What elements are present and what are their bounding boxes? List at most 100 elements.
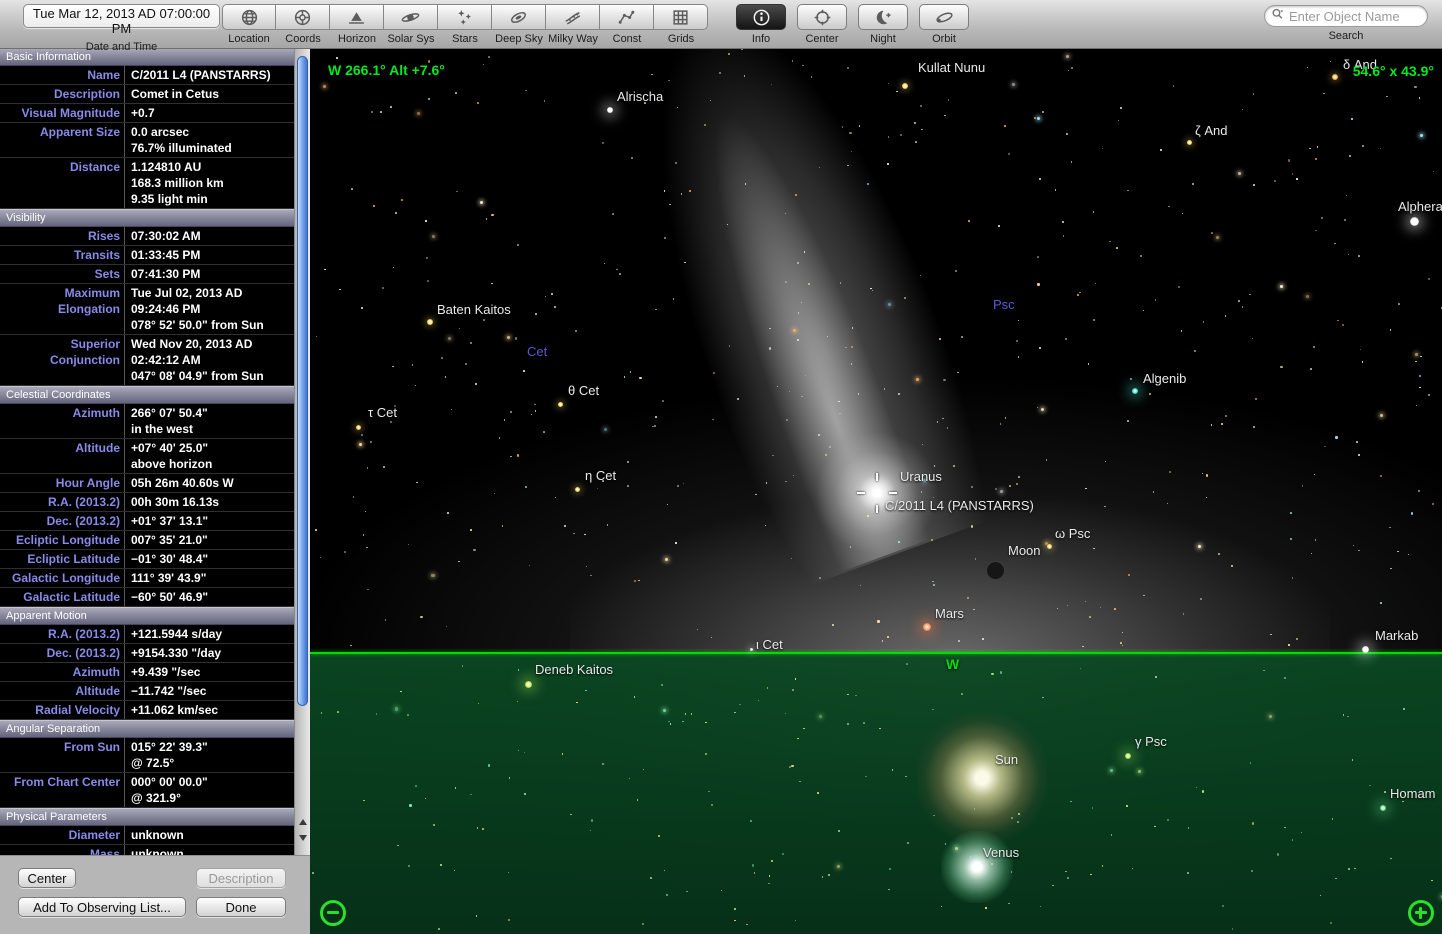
background-star bbox=[1093, 548, 1095, 550]
baten-kaitos[interactable] bbox=[427, 319, 433, 325]
delta-and[interactable] bbox=[1332, 74, 1338, 80]
omega-psc[interactable] bbox=[1047, 544, 1052, 549]
toolbar-button-const[interactable] bbox=[600, 4, 654, 30]
alrischa[interactable] bbox=[607, 107, 613, 113]
field-of-view-readout: 54.6° x 43.9° bbox=[1353, 63, 1434, 79]
background-star bbox=[906, 663, 908, 665]
kullat-nunu[interactable] bbox=[902, 83, 908, 89]
info-row-altitude: Altitude−11.742 "/sec bbox=[0, 682, 294, 701]
center-button[interactable]: Center bbox=[18, 868, 76, 888]
background-star bbox=[982, 638, 984, 640]
info-row-name: NameC/2011 L4 (PANSTARRS) bbox=[0, 66, 294, 85]
toolbar-button-night[interactable] bbox=[858, 4, 908, 30]
venus[interactable] bbox=[941, 831, 1013, 903]
moon[interactable] bbox=[986, 561, 1005, 580]
background-star bbox=[1085, 601, 1087, 603]
background-star bbox=[865, 776, 867, 778]
toolbar-label-orbit: Orbit bbox=[932, 33, 956, 45]
background-star bbox=[651, 74, 653, 76]
background-star bbox=[664, 237, 666, 239]
iota-cet[interactable] bbox=[750, 648, 753, 651]
mars[interactable] bbox=[923, 623, 931, 631]
background-star bbox=[1225, 315, 1227, 317]
sun[interactable] bbox=[917, 713, 1047, 843]
homam[interactable] bbox=[1380, 805, 1386, 811]
toolbar-button-grids[interactable] bbox=[654, 4, 708, 30]
markab[interactable] bbox=[1362, 646, 1369, 653]
toolbar-button-location[interactable] bbox=[222, 4, 276, 30]
background-star bbox=[1037, 407, 1039, 409]
toolbar-button-coords[interactable] bbox=[276, 4, 330, 30]
background-star bbox=[914, 122, 916, 124]
background-star bbox=[1154, 826, 1156, 828]
venus-label: Venus bbox=[983, 845, 1019, 860]
background-star bbox=[1046, 459, 1048, 461]
background-star bbox=[573, 533, 575, 535]
background-star bbox=[638, 580, 640, 582]
background-star bbox=[677, 107, 679, 109]
background-star bbox=[367, 589, 369, 591]
gamma-psc[interactable] bbox=[1125, 753, 1131, 759]
background-star bbox=[1093, 319, 1095, 321]
eta-cet-label: η Cet bbox=[585, 468, 616, 483]
alpheratz[interactable] bbox=[1410, 217, 1419, 226]
background-star bbox=[1292, 577, 1294, 579]
background-star bbox=[426, 257, 428, 259]
toolbar-cell-grids: Grids bbox=[654, 4, 708, 45]
background-star bbox=[1380, 475, 1382, 477]
eta-cet[interactable] bbox=[575, 487, 580, 492]
background-star bbox=[942, 418, 944, 420]
search-box[interactable] bbox=[1264, 5, 1428, 27]
toolbar-button-center[interactable] bbox=[797, 4, 847, 30]
background-star bbox=[777, 386, 779, 388]
toolbar-button-orbit[interactable] bbox=[919, 4, 969, 30]
toolbar-cell-const: Const bbox=[600, 4, 654, 45]
background-star bbox=[804, 251, 806, 253]
background-star bbox=[934, 465, 936, 467]
toolbar-button-milky-way[interactable] bbox=[546, 4, 600, 30]
background-star bbox=[630, 371, 632, 373]
background-star bbox=[920, 275, 922, 277]
coords-icon bbox=[293, 8, 312, 27]
background-star bbox=[1122, 632, 1124, 634]
search-input[interactable] bbox=[1289, 9, 1421, 24]
scroll-down-arrow[interactable] bbox=[297, 832, 309, 844]
background-star bbox=[705, 753, 707, 755]
zeta-and[interactable] bbox=[1187, 140, 1192, 145]
scroll-up-arrow[interactable] bbox=[297, 816, 309, 828]
background-star bbox=[921, 129, 923, 131]
sky-chart[interactable]: AlrischaKullat Nunuδ Andζ AndAlpheratzBa… bbox=[310, 48, 1442, 934]
background-star bbox=[872, 290, 874, 292]
background-star bbox=[544, 100, 546, 102]
algenib[interactable] bbox=[1132, 388, 1138, 394]
toolbar-button-horizon[interactable] bbox=[330, 4, 384, 30]
scrollbar-thumb[interactable] bbox=[297, 56, 308, 706]
toolbar-button-info[interactable] bbox=[736, 4, 786, 30]
background-star bbox=[1126, 805, 1128, 807]
background-star bbox=[1218, 553, 1220, 555]
theta-cet[interactable] bbox=[558, 402, 563, 407]
datetime-button[interactable]: Tue Mar 12, 2013 AD 07:00:00 PM bbox=[23, 4, 220, 28]
background-star bbox=[555, 497, 557, 499]
background-star bbox=[1242, 109, 1244, 111]
zoom-in-button[interactable] bbox=[1408, 900, 1434, 926]
add-to-observing-list-button[interactable]: Add To Observing List... bbox=[18, 897, 186, 917]
info-row-dec-2013-2: Dec. (2013.2)+01° 37' 13.1" bbox=[0, 512, 294, 531]
background-star bbox=[385, 619, 387, 621]
description-button[interactable]: Description bbox=[196, 868, 286, 888]
toolbar-button-deep-sky[interactable] bbox=[492, 4, 546, 30]
background-star bbox=[801, 302, 803, 304]
background-star bbox=[654, 425, 656, 427]
background-star bbox=[1004, 125, 1006, 127]
sidebar-scrollbar[interactable] bbox=[294, 48, 310, 855]
done-button[interactable]: Done bbox=[196, 897, 286, 917]
toolbar-button-stars[interactable] bbox=[438, 4, 492, 30]
toolbar-button-solar-sys[interactable] bbox=[384, 4, 438, 30]
background-star bbox=[1284, 677, 1286, 679]
zoom-out-button[interactable] bbox=[320, 900, 346, 926]
tau-cet[interactable] bbox=[356, 425, 361, 430]
background-star bbox=[634, 696, 636, 698]
background-star bbox=[366, 547, 368, 549]
deneb-kaitos[interactable] bbox=[525, 681, 532, 688]
background-star bbox=[1356, 441, 1358, 443]
